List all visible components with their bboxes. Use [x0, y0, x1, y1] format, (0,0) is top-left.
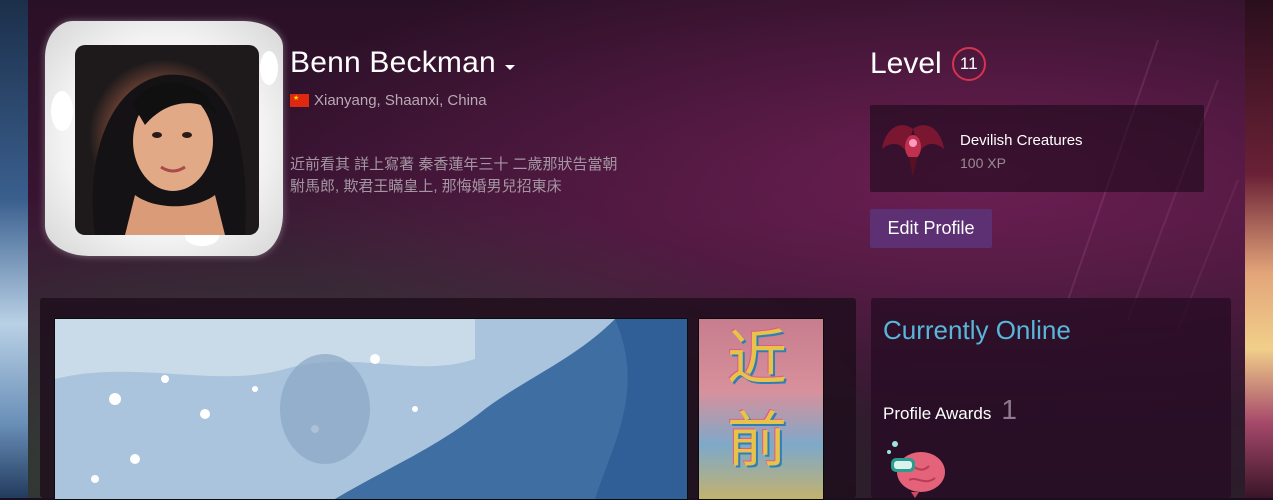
avatar[interactable] — [45, 21, 283, 256]
persona-name: Benn Beckman — [290, 46, 496, 79]
summary-line: 近前看其 詳上寫著 秦香蓮年三十 二歲那狀告當朝 — [290, 156, 618, 173]
badge-xp: 100 XP — [960, 155, 1006, 171]
name-history-dropdown-icon[interactable] — [504, 64, 515, 70]
showcase-artwork-main[interactable] — [54, 318, 688, 500]
devilish-creatures-badge-icon — [882, 125, 944, 177]
brain-award-icon[interactable] — [883, 436, 949, 498]
avatar-frame-blob — [260, 51, 278, 85]
profile-summary: 近前看其 詳上寫著 秦香蓮年三十 二歲那狀告當朝 駙馬郎, 欺君王瞞皇上, 那悔… — [290, 154, 670, 198]
side-char-2: 前 — [727, 406, 787, 476]
level-label: Level — [870, 47, 942, 80]
avatar-frame-blob — [51, 91, 73, 131]
page-background-right — [1243, 0, 1273, 498]
profile-awards-label: Profile Awards — [883, 404, 992, 423]
showcase-artwork-side[interactable]: 近 前 — [698, 318, 824, 500]
showcase-panel: 近 前 — [40, 298, 856, 500]
level-badge[interactable]: 11 — [951, 47, 986, 81]
edit-profile-button[interactable]: Edit Profile — [870, 209, 992, 248]
side-char-1: 近 — [727, 324, 787, 394]
china-flag-icon: ★ — [290, 94, 309, 107]
profile-awards-header[interactable]: Profile Awards 1 — [883, 394, 1017, 426]
summary-line: 駙馬郎, 欺君王瞞皇上, 那悔婚男兒招東床 — [290, 178, 562, 195]
favorite-badge[interactable]: Devilish Creatures 100 XP — [870, 105, 1204, 192]
avatar-portrait — [92, 74, 246, 235]
badge-name: Devilish Creatures — [960, 132, 1083, 149]
location: ★ Xianyang, Shaanxi, China — [290, 92, 487, 109]
page-background-left — [0, 0, 28, 498]
location-text: Xianyang, Shaanxi, China — [314, 92, 487, 109]
level-display: Level 11 — [870, 47, 986, 81]
profile-awards-count: 1 — [1001, 394, 1017, 425]
online-status: Currently Online — [883, 315, 1071, 345]
artwork-image — [55, 319, 687, 499]
profile-header: Benn Beckman ★ Xianyang, Shaanxi, China … — [28, 0, 1245, 500]
avatar-photo — [75, 45, 259, 235]
right-column-panel: Currently Online Profile Awards 1 — [871, 298, 1231, 498]
persona-name-row: Benn Beckman — [290, 46, 515, 80]
